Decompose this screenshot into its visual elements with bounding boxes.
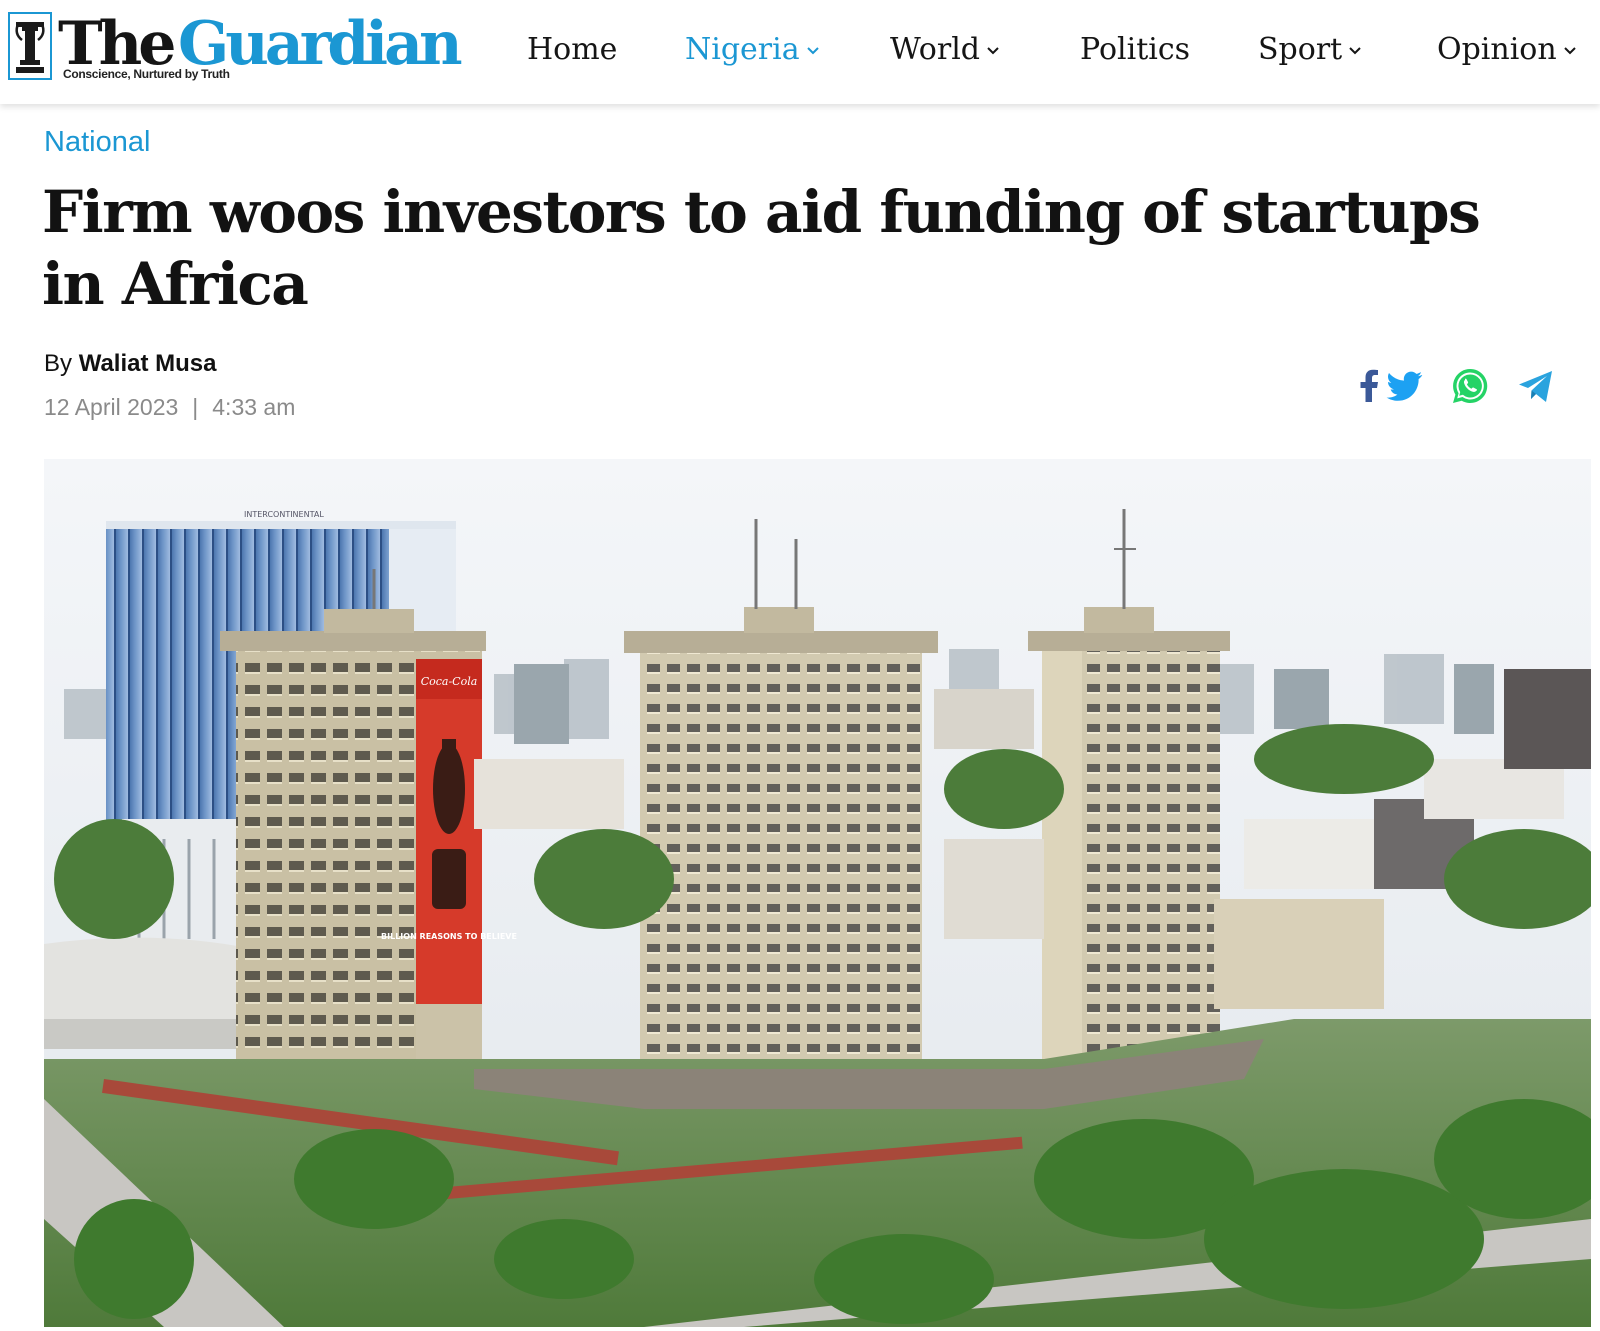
publish-time: 4:33 am [212,394,296,420]
nav-item-opinion[interactable]: Opinion [1437,26,1577,72]
nav-item-nigeria[interactable]: Nigeria [685,26,820,72]
article-headline: Firm woos investors to aid funding of st… [42,178,1481,318]
nav-item-label: World [890,31,980,67]
nav-item-label: Home [527,31,618,67]
hero-cityscape-illustration: INTERCONTINENTAL Coca-Cola BILLION REASO… [44,459,1591,1327]
nav-item-label: Nigeria [685,31,800,67]
nav-item-label: Politics [1080,31,1191,67]
byline: By Waliat Musa [44,350,217,378]
nav-item-label: Sport [1258,31,1343,67]
nav-item-politics[interactable]: Politics [1080,26,1190,72]
author-link[interactable]: Waliat Musa [79,350,217,377]
share-bar [1350,366,1590,406]
logo-tagline: Conscience, Nurtured by Truth [63,67,230,81]
chevron-down-icon [1563,47,1576,55]
nav-item-label: Opinion [1437,31,1557,67]
hero-image: INTERCONTINENTAL Coca-Cola BILLION REASO… [44,459,1591,1327]
guardian-emblem-icon [8,12,52,80]
site-header: The Guardian Conscience, Nurtured by Tru… [0,0,1600,104]
hotel-sign: INTERCONTINENTAL [244,510,324,519]
whatsapp-icon[interactable] [1450,366,1490,406]
site-logo[interactable]: The Guardian Conscience, Nurtured by Tru… [8,8,468,86]
nav-item-home[interactable]: Home [527,26,617,72]
billboard-slogan: BILLION REASONS TO BELIEVE [381,932,517,941]
category-link[interactable]: National [44,126,150,159]
dateline: 12 April 2023 | 4:33 am [44,394,295,421]
byline-prefix: By [44,350,73,377]
date-separator: | [192,394,199,420]
chevron-down-icon [1349,47,1361,55]
chevron-down-icon [806,47,819,55]
nav-item-sport[interactable]: Sport [1258,26,1362,72]
twitter-icon[interactable] [1384,366,1424,406]
publish-date: 12 April 2023 [44,394,179,420]
chevron-down-icon [987,47,999,55]
billboard-brand: Coca-Cola [421,675,478,688]
telegram-icon[interactable] [1516,366,1556,406]
nav-item-world[interactable]: World [890,26,1000,72]
